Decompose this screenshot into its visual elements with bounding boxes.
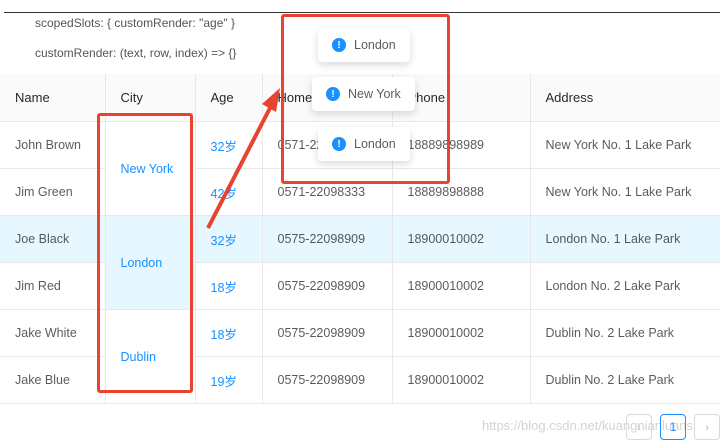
message-toast: ! London — [318, 28, 410, 62]
message-text: New York — [348, 87, 401, 101]
info-icon: ! — [332, 38, 346, 52]
message-text: London — [354, 38, 396, 52]
pagination-page-1[interactable]: 1 — [660, 414, 686, 440]
message-text: London — [354, 137, 396, 151]
message-toast: ! London — [318, 127, 410, 161]
info-icon: ! — [326, 87, 340, 101]
info-icon: ! — [332, 137, 346, 151]
annotation-arrow — [206, 88, 280, 229]
pagination-next-button[interactable]: › — [694, 414, 720, 440]
message-toast: ! New York — [312, 77, 415, 111]
pagination-prev-button[interactable]: ‹ — [626, 414, 652, 440]
